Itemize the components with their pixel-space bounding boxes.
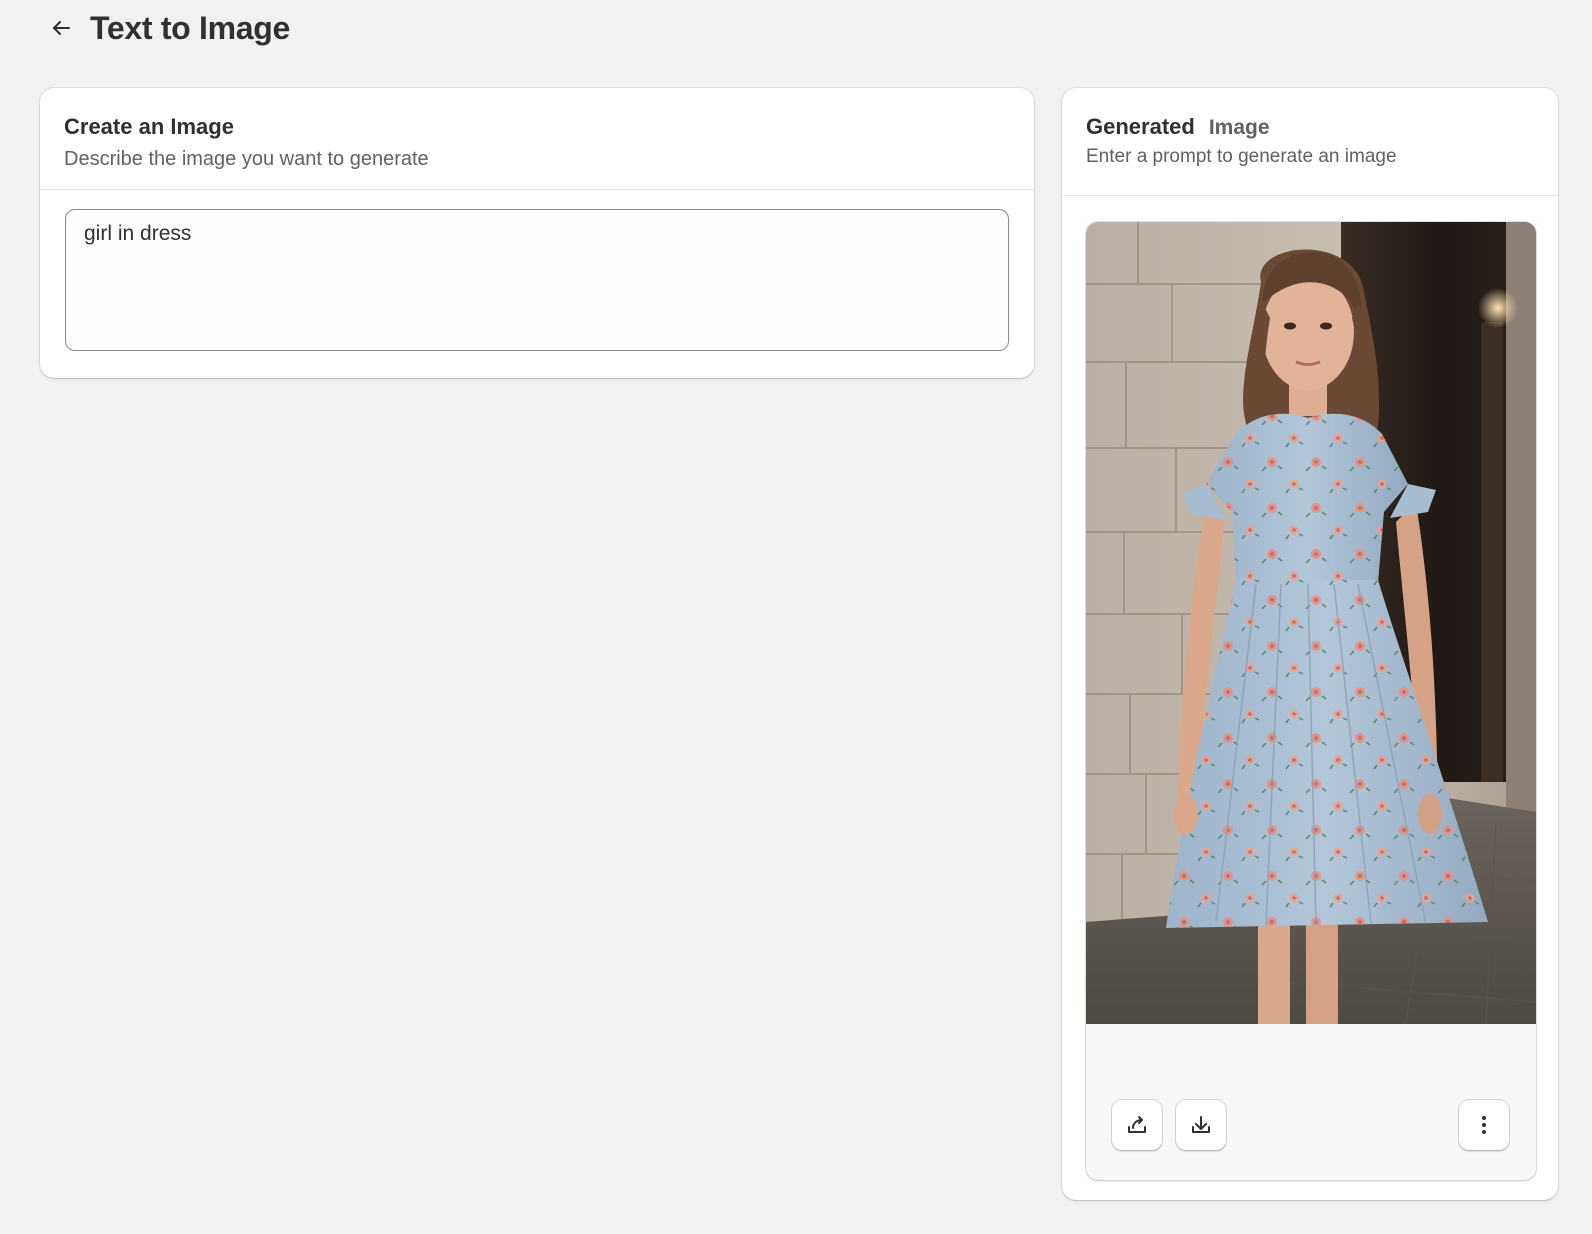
- download-button[interactable]: [1176, 1100, 1226, 1150]
- back-button[interactable]: [46, 13, 76, 43]
- more-actions-button[interactable]: [1459, 1100, 1509, 1150]
- prompt-textarea[interactable]: girl in dress: [65, 209, 1009, 351]
- create-image-card: Create an Image Describe the image you w…: [40, 88, 1034, 378]
- create-card-title: Create an Image: [64, 114, 234, 139]
- page-header: Text to Image: [46, 6, 290, 50]
- create-card-header: Create an Image Describe the image you w…: [40, 88, 1034, 190]
- generated-image-card: Generated Image Enter a prompt to genera…: [1062, 88, 1558, 1200]
- page-title: Text to Image: [90, 9, 290, 46]
- image-frame: [1086, 222, 1536, 1180]
- generated-title-row: Generated Image: [1086, 114, 1534, 140]
- generated-card-subtitle: Enter a prompt to generate an image: [1086, 146, 1397, 167]
- share-button[interactable]: [1112, 1100, 1162, 1150]
- create-card-subtitle: Describe the image you want to generate: [64, 148, 429, 170]
- generated-card-title-secondary: Image: [1208, 116, 1270, 139]
- more-vertical-icon: [1482, 1116, 1486, 1134]
- share-icon: [1128, 1116, 1146, 1133]
- generated-image[interactable]: [1086, 222, 1536, 1024]
- download-icon: [1192, 1116, 1210, 1133]
- arrow-left-icon: [53, 21, 70, 35]
- generated-card-header: Generated Image Enter a prompt to genera…: [1062, 88, 1558, 196]
- generated-card-title: Generated: [1086, 114, 1195, 139]
